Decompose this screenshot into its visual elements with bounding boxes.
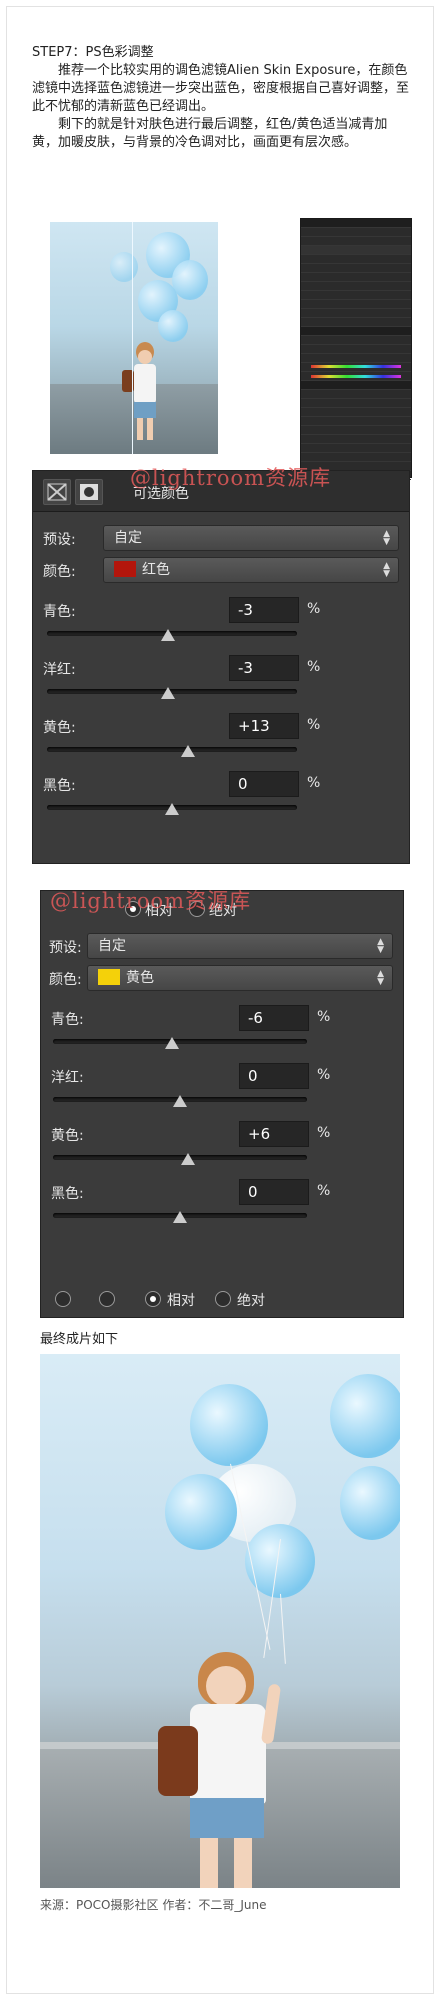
value-input[interactable]: 0 bbox=[239, 1063, 309, 1089]
slider-label: 黄色: bbox=[51, 1128, 84, 1144]
preset-value: 自定 bbox=[114, 530, 142, 546]
final-caption: 最终成片如下 bbox=[40, 1332, 119, 1347]
slider-label: 青色: bbox=[43, 604, 76, 620]
photo-before-after bbox=[50, 222, 218, 454]
value-input[interactable]: 0 bbox=[229, 771, 299, 797]
paragraph-skin: 剩下的就是针对肤色进行最后调整，红色/黄色适当减青加黄，加暖皮肤，与背景的冷色调… bbox=[32, 117, 388, 150]
radio-absolute[interactable] bbox=[215, 1291, 231, 1307]
slider-thumb[interactable] bbox=[161, 687, 176, 699]
color-value: 红色 bbox=[142, 562, 170, 578]
step-title: STEP7：PS色彩调整 bbox=[32, 45, 154, 60]
slider-label: 黄色: bbox=[43, 720, 76, 736]
preset-value: 自定 bbox=[98, 938, 126, 954]
value-input[interactable]: +6 bbox=[239, 1121, 309, 1147]
radio-absolute-label: 绝对 bbox=[237, 1293, 265, 1309]
paragraph-exposure: 推荐一个比较实用的调色滤镜Alien Skin Exposure，在颜色滤镜中选… bbox=[32, 63, 410, 114]
mask-icon[interactable] bbox=[43, 479, 71, 505]
slider-label: 青色: bbox=[51, 1012, 84, 1028]
updown-arrows-icon: ▲ ▼ bbox=[377, 937, 384, 955]
slider-label: 黑色: bbox=[43, 778, 76, 794]
slider-thumb[interactable] bbox=[161, 629, 176, 641]
percent-sign: % bbox=[307, 601, 321, 617]
preset-label: 预设: bbox=[43, 532, 76, 548]
selective-color-panel-red: 可选颜色 预设: 自定 ▲ ▼ 颜色: 红色 ▲ ▼ 青色: -3% 洋红: -3% 黄色:… bbox=[32, 470, 410, 864]
radio-relative-label: 相对 bbox=[167, 1293, 195, 1309]
slider-track[interactable] bbox=[47, 747, 297, 752]
slider-label: 洋红: bbox=[51, 1070, 84, 1086]
value-input[interactable]: -6 bbox=[239, 1005, 309, 1031]
source-credit: 来源：POCO摄影社区 作者：不二哥_June bbox=[40, 1898, 267, 1912]
radio-option-2[interactable] bbox=[99, 1291, 115, 1307]
article-text: STEP7：PS色彩调整 推荐一个比较实用的调色滤镜Alien Skin Exp… bbox=[32, 44, 410, 152]
value-input[interactable]: -3 bbox=[229, 655, 299, 681]
slider-track[interactable] bbox=[53, 1039, 307, 1044]
slider-thumb[interactable] bbox=[165, 803, 179, 815]
updown-arrows-icon: ▲ ▼ bbox=[377, 969, 384, 987]
slider-thumb[interactable] bbox=[180, 1153, 195, 1165]
slider-thumb[interactable] bbox=[173, 1211, 187, 1223]
color-label: 颜色: bbox=[49, 972, 82, 988]
watermark: @lightroom资源库 bbox=[130, 466, 332, 490]
color-swatch bbox=[114, 561, 136, 577]
percent-sign: % bbox=[307, 775, 321, 791]
value-input[interactable]: -3 bbox=[229, 597, 299, 623]
layer-mask-icon[interactable] bbox=[75, 479, 103, 505]
radio-option-1[interactable] bbox=[55, 1291, 71, 1307]
value-input[interactable]: 0 bbox=[239, 1179, 309, 1205]
slider-label: 黑色: bbox=[51, 1186, 84, 1202]
watermark: @lightroom资源库 bbox=[50, 889, 252, 913]
selective-color-panel-yellow: 相对 绝对 预设: 自定 ▲ ▼ 颜色: 黄色 ▲ ▼ 青色: -6% 洋红: 0% 黄色:… bbox=[40, 890, 404, 1318]
exposure-filter-panel bbox=[300, 218, 412, 480]
percent-sign: % bbox=[317, 1183, 331, 1199]
preset-label: 预设: bbox=[49, 940, 82, 956]
updown-arrows-icon: ▲ ▼ bbox=[383, 561, 390, 579]
value-input[interactable]: +13 bbox=[229, 713, 299, 739]
final-photo bbox=[40, 1354, 400, 1888]
slider-thumb[interactable] bbox=[165, 1037, 180, 1049]
color-select[interactable]: 红色 ▲ ▼ bbox=[103, 557, 399, 583]
radio-relative[interactable] bbox=[145, 1291, 161, 1307]
percent-sign: % bbox=[317, 1125, 331, 1141]
percent-sign: % bbox=[317, 1067, 331, 1083]
color-swatch bbox=[98, 969, 120, 985]
color-value: 黄色 bbox=[126, 970, 154, 986]
slider-label: 洋红: bbox=[43, 662, 76, 678]
percent-sign: % bbox=[317, 1009, 331, 1025]
color-select[interactable]: 黄色 ▲ ▼ bbox=[87, 965, 393, 991]
preset-select[interactable]: 自定 ▲ ▼ bbox=[103, 525, 399, 551]
slider-thumb[interactable] bbox=[181, 745, 196, 757]
percent-sign: % bbox=[307, 659, 321, 675]
slider-thumb[interactable] bbox=[173, 1095, 187, 1107]
preset-select[interactable]: 自定 ▲ ▼ bbox=[87, 933, 393, 959]
updown-arrows-icon: ▲ ▼ bbox=[383, 529, 390, 547]
color-label: 颜色: bbox=[43, 564, 76, 580]
percent-sign: % bbox=[307, 717, 321, 733]
